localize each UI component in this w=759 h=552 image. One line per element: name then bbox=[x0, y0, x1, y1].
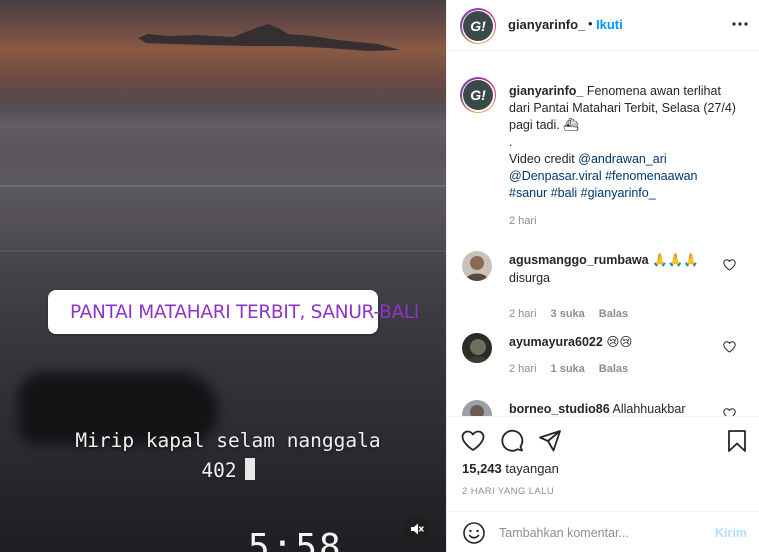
caption-credit: Video credit @andrawan_ari @Denpasar.vir… bbox=[509, 151, 739, 202]
avatar-photo bbox=[462, 251, 492, 281]
hashtag-link[interactable]: #gianyarinfo_ bbox=[581, 186, 656, 200]
follow-button[interactable]: Ikuti bbox=[596, 17, 623, 32]
text-cursor bbox=[244, 458, 255, 480]
view-count-label: tayangan bbox=[505, 461, 559, 476]
logo-mark: G! bbox=[463, 80, 493, 110]
comment-text: borneo_studio86 Allahhuakbar bbox=[509, 400, 709, 416]
caption-avatar[interactable]: G! bbox=[460, 77, 496, 113]
story-text-line: Mirip kapal selam nanggala bbox=[75, 429, 381, 452]
comment-likes[interactable]: 3 suka bbox=[551, 308, 585, 320]
heart-icon[interactable] bbox=[460, 428, 486, 454]
post-actions: 15,243 tayangan 2 HARI YANG LALU bbox=[447, 416, 759, 511]
comment-time[interactable]: 2 hari bbox=[509, 363, 537, 375]
reply-button[interactable]: Balas bbox=[599, 363, 628, 375]
story-text-line-2: 402 bbox=[48, 456, 408, 486]
comment-meta: 2 hari 1 suka Balas bbox=[509, 363, 628, 375]
location-sticker[interactable]: PANTAI MATAHARI TERBIT, SANUR-BALI bbox=[48, 290, 419, 334]
water-line bbox=[0, 185, 446, 187]
credit-prefix: Video credit bbox=[509, 152, 579, 166]
story-partial-text: 5:58 bbox=[248, 527, 343, 552]
story-text-overlay: Mirip kapal selam nanggala 402 bbox=[48, 426, 408, 486]
mute-button[interactable] bbox=[404, 516, 430, 542]
header-username[interactable]: gianyarinfo_ bbox=[508, 17, 585, 32]
location-sticker-label: PANTAI MATAHARI TERBIT, SANUR-BALI bbox=[70, 301, 419, 323]
caption-text: gianyarinfo_ Fenomena awan terlihat dari… bbox=[509, 83, 739, 202]
comment-username[interactable]: borneo_studio86 bbox=[509, 402, 610, 416]
post-media-video[interactable]: PANTAI MATAHARI TERBIT, SANUR-BALI Mirip… bbox=[0, 0, 446, 552]
comment-body: Allahhuakbar bbox=[612, 402, 686, 416]
comment-body: disurga bbox=[509, 271, 550, 285]
water-line bbox=[0, 250, 446, 252]
caption-timestamp[interactable]: 2 hari bbox=[509, 215, 537, 227]
logo-mark: G! bbox=[463, 11, 493, 41]
view-count[interactable]: 15,243 tayangan bbox=[462, 461, 559, 476]
comment-text: ayumayura6022 😢😢 bbox=[509, 333, 709, 351]
caption-username[interactable]: gianyarinfo_ bbox=[509, 84, 583, 98]
mention-link[interactable]: @Denpasar.viral bbox=[509, 169, 602, 183]
add-comment-bar: Kirim bbox=[447, 511, 759, 552]
avatar-photo bbox=[462, 333, 492, 363]
avatar-ring-inner: G! bbox=[461, 9, 495, 43]
ship-emoji: ⛴ bbox=[563, 118, 580, 132]
post-date[interactable]: 2 HARI YANG LALU bbox=[462, 486, 554, 497]
hashtag-link[interactable]: #fenomenaawan bbox=[605, 169, 697, 183]
heart-icon[interactable] bbox=[723, 259, 736, 271]
comment-emojis: 😢😢 bbox=[606, 335, 633, 349]
submarine-cloud-shape bbox=[138, 24, 400, 51]
separator-dot: • bbox=[588, 16, 593, 31]
comment-time[interactable]: 2 hari bbox=[509, 308, 537, 320]
hashtag-link[interactable]: #sanur bbox=[509, 186, 547, 200]
avatar-photo bbox=[462, 400, 492, 416]
mention-link[interactable]: @andrawan_ari bbox=[578, 152, 666, 166]
post-side-panel: G! gianyarinfo_ • Ikuti G! gianyarinfo_ … bbox=[446, 0, 759, 552]
comment-username[interactable]: agusmanggo_rumbawa bbox=[509, 253, 649, 267]
comment-icon[interactable] bbox=[499, 428, 525, 454]
comment-username[interactable]: ayumayura6022 bbox=[509, 335, 603, 349]
comment-meta: 2 hari 3 suka Balas bbox=[509, 308, 628, 320]
heart-icon[interactable] bbox=[723, 341, 736, 353]
emoji-icon[interactable] bbox=[462, 521, 486, 545]
more-icon[interactable] bbox=[730, 17, 750, 31]
hashtag-link[interactable]: #bali bbox=[551, 186, 577, 200]
comment-emojis: 🙏🙏🙏 bbox=[652, 253, 699, 267]
heart-icon[interactable] bbox=[723, 408, 736, 416]
caption-dot-line: . bbox=[509, 135, 513, 149]
send-comment-button[interactable]: Kirim bbox=[715, 526, 747, 540]
comment-input[interactable] bbox=[499, 520, 699, 546]
comment-text: agusmanggo_rumbawa 🙏🙏🙏 disurga bbox=[509, 251, 709, 287]
commenter-avatar[interactable] bbox=[462, 333, 492, 363]
avatar-ring-inner: G! bbox=[461, 78, 495, 112]
bookmark-icon[interactable] bbox=[724, 428, 750, 454]
horizon-haze bbox=[0, 95, 446, 155]
commenter-avatar[interactable] bbox=[462, 251, 492, 281]
account-avatar[interactable]: G! bbox=[460, 8, 496, 44]
share-icon[interactable] bbox=[537, 428, 563, 454]
comment-likes[interactable]: 1 suka bbox=[551, 363, 585, 375]
view-count-number: 15,243 bbox=[462, 461, 502, 476]
comment-list[interactable]: agusmanggo_rumbawa 🙏🙏🙏 disurga 2 hari 3 … bbox=[447, 240, 759, 416]
reply-button[interactable]: Balas bbox=[599, 308, 628, 320]
commenter-avatar[interactable] bbox=[462, 400, 492, 416]
mute-icon bbox=[411, 523, 424, 535]
story-text-number: 402 bbox=[201, 459, 237, 482]
post-header: G! gianyarinfo_ • Ikuti bbox=[447, 0, 759, 51]
